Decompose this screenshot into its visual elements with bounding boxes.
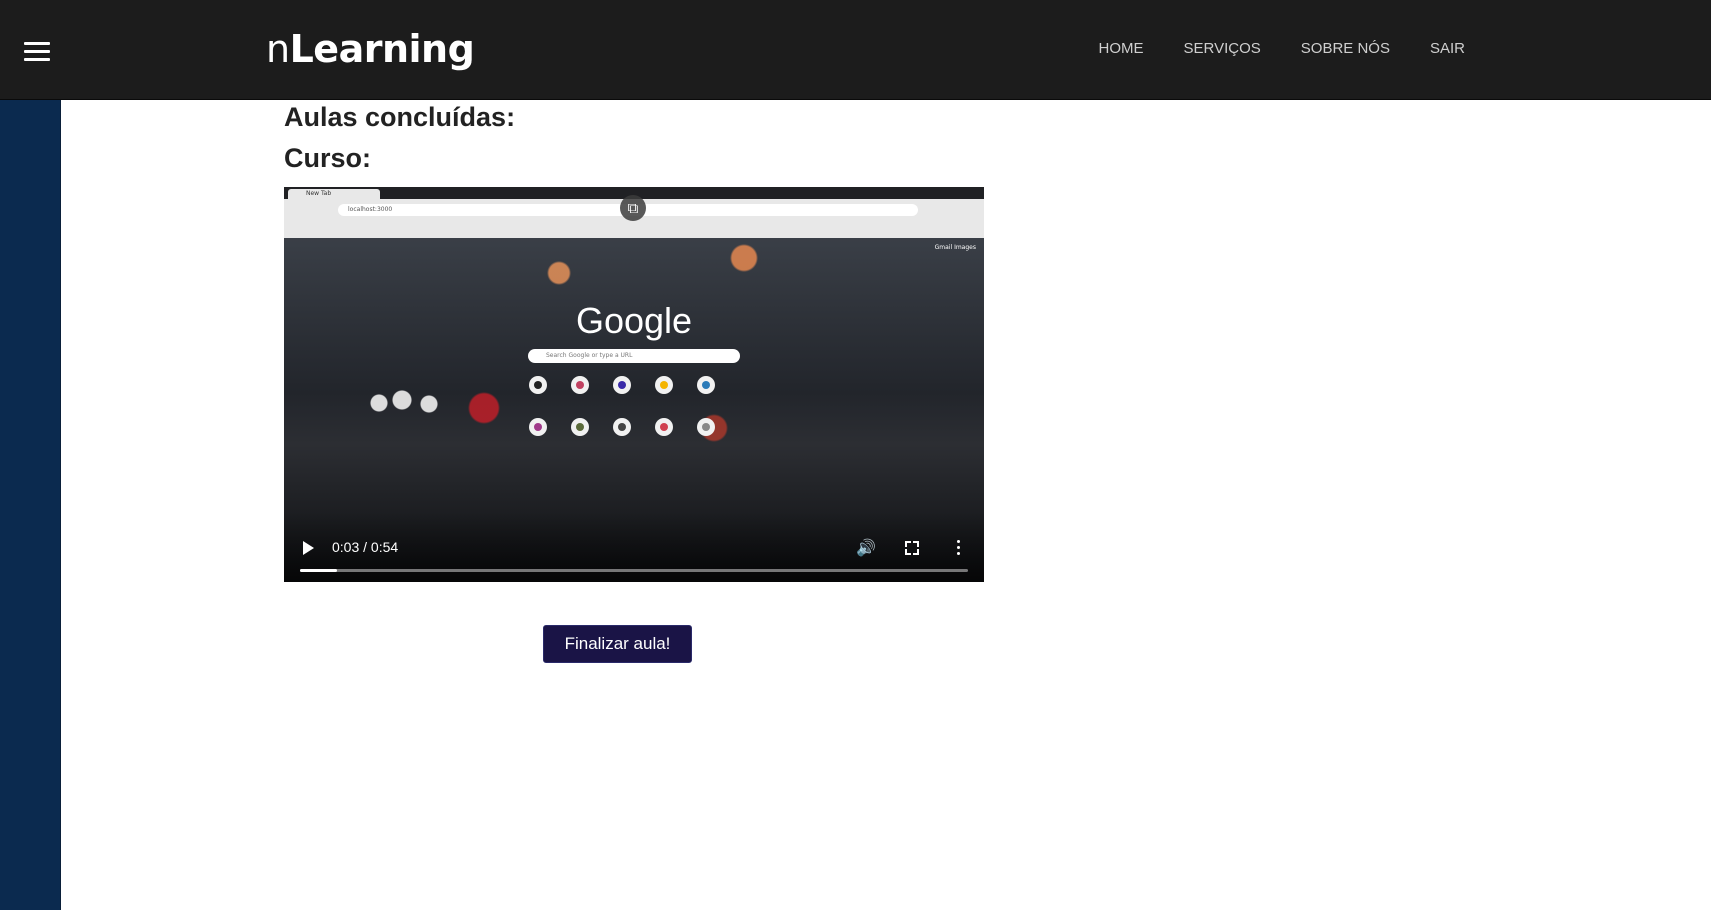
fullscreen-icon[interactable] bbox=[905, 541, 919, 555]
nav-servicos[interactable]: SERVIÇOS bbox=[1184, 40, 1261, 57]
video-controls: 0:03 / 0:54 🔊 bbox=[284, 512, 984, 582]
video-time: 0:03 / 0:54 bbox=[332, 539, 399, 555]
video-progress-fill bbox=[300, 569, 338, 572]
brand-name: Learning bbox=[289, 27, 475, 71]
nav-home[interactable]: HOME bbox=[1099, 40, 1144, 57]
main-nav: HOME SERVIÇOS SOBRE NÓS SAIR bbox=[1099, 40, 1465, 57]
sidebar bbox=[0, 100, 61, 910]
nav-sair[interactable]: SAIR bbox=[1430, 40, 1465, 57]
volume-icon[interactable]: 🔊 bbox=[856, 540, 876, 556]
shortcut-tile bbox=[655, 418, 673, 436]
nav-sobre-nos[interactable]: SOBRE NÓS bbox=[1301, 40, 1390, 57]
shortcut-tile bbox=[697, 418, 715, 436]
shortcut-tile bbox=[571, 376, 589, 394]
picture-in-picture-icon[interactable]: ⧉ bbox=[620, 195, 646, 221]
shortcut-tile bbox=[571, 418, 589, 436]
course-heading: Curso: bbox=[284, 143, 371, 173]
brand-prefix: n bbox=[266, 27, 290, 71]
top-navbar: nLearning HOME SERVIÇOS SOBRE NÓS SAIR bbox=[0, 0, 1711, 100]
video-frame-search-box: Search Google or type a URL bbox=[528, 349, 740, 363]
shortcut-tile bbox=[613, 376, 631, 394]
brand-logo[interactable]: nLearning bbox=[266, 27, 475, 71]
video-player[interactable]: New Tab localhost:3000 Gmail Images Goog… bbox=[284, 187, 984, 582]
video-progress-bar[interactable] bbox=[300, 569, 968, 572]
finish-lesson-button[interactable]: Finalizar aula! bbox=[543, 625, 692, 663]
hamburger-icon[interactable] bbox=[24, 42, 50, 62]
play-icon[interactable] bbox=[303, 541, 314, 555]
shortcut-tile bbox=[529, 376, 547, 394]
shortcut-tile bbox=[697, 376, 715, 394]
shortcut-tile bbox=[655, 376, 673, 394]
video-frame-tab: New Tab bbox=[288, 189, 380, 199]
video-frame-google-logo: Google bbox=[575, 300, 693, 341]
completed-lessons-heading: Aulas concluídas: bbox=[284, 102, 516, 132]
video-frame-bookmarks bbox=[288, 222, 980, 234]
shortcut-tile bbox=[613, 418, 631, 436]
video-frame-top-links: Gmail Images bbox=[934, 244, 976, 251]
shortcut-tile bbox=[529, 418, 547, 436]
more-options-icon[interactable] bbox=[957, 540, 961, 556]
